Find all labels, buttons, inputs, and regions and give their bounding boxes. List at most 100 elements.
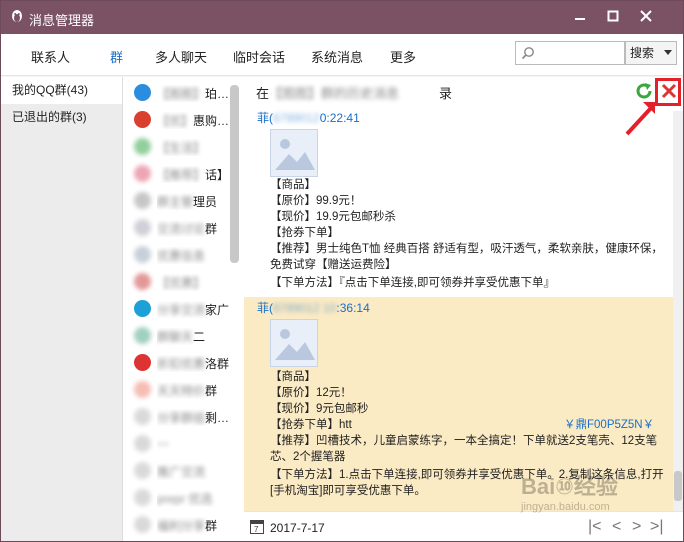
group-name: 【生活】 xyxy=(157,141,206,155)
sidebar-item-exited-groups[interactable]: 已退出的群(3) xyxy=(1,104,122,131)
tab-temp-session[interactable]: 临时会话 xyxy=(233,47,285,66)
title-bar: 消息管理器 xyxy=(1,1,683,34)
last-page-icon[interactable]: >| xyxy=(650,518,664,536)
tab-multi-chat[interactable]: 多人聊天 xyxy=(155,47,207,66)
message-line: 【推荐】男士纯色T恤 经典百搭 舒适有型，吸汗透气，柔软亲肤，健康环保，免费试穿… xyxy=(270,243,663,271)
list-item[interactable]: prepr 优选 xyxy=(123,484,242,510)
group-avatar xyxy=(134,273,151,290)
list-item[interactable]: 【优】惠购… xyxy=(123,106,242,132)
tab-system-messages[interactable]: 系统消息 xyxy=(311,47,363,66)
list-item[interactable]: 【图图】珀… xyxy=(123,79,242,105)
list-item[interactable]: 福利分享群 xyxy=(123,511,242,537)
group-avatar xyxy=(134,192,151,209)
group-name: 分享群组剩… xyxy=(157,411,230,425)
maximize-icon[interactable] xyxy=(604,8,622,26)
group-name: 福利分享群 xyxy=(157,519,218,533)
message-line: 【原价】99.9元！ xyxy=(270,195,362,207)
minimize-icon[interactable] xyxy=(571,8,589,26)
history-header: 在【图图】群的历史消息录 xyxy=(256,86,453,101)
group-name: 交流讨论群 xyxy=(157,222,218,236)
watermark: Bai⑩经验 jingyan.baidu.com xyxy=(521,474,618,513)
sidebar: 我的QQ群(43) 已退出的群(3) xyxy=(1,77,123,541)
annotation-arrow-icon xyxy=(625,102,655,136)
message-item: 菲(67890120:22:41 【商品】 【原价】99.9元！ 【现价】19.… xyxy=(244,107,676,297)
history-date[interactable]: 2017-7-17 xyxy=(270,521,325,535)
group-name: 【图图】珀… xyxy=(157,87,230,101)
group-name: 优惠信息 xyxy=(157,249,206,263)
group-name: 【优惠】 xyxy=(157,276,206,290)
calendar-icon[interactable]: 7 xyxy=(250,520,264,534)
group-avatar xyxy=(134,111,151,128)
image-placeholder-icon[interactable] xyxy=(270,319,318,367)
list-item[interactable]: — xyxy=(123,430,242,456)
message-manager-window: 消息管理器 联系人 群 多人聊天 临时会话 系统消息 更多 搜索 我的QQ群(4… xyxy=(0,0,684,542)
group-name: 推广交流 xyxy=(157,465,206,479)
message-line: 【抢券下单】 xyxy=(270,227,339,239)
group-avatar xyxy=(134,165,151,182)
list-item[interactable]: 交流讨论群 xyxy=(123,214,242,240)
group-avatar xyxy=(134,381,151,398)
group-name: 【优】惠购… xyxy=(157,114,230,128)
list-item[interactable]: 折扣优惠洛群 xyxy=(123,349,242,375)
group-avatar xyxy=(134,489,151,506)
group-name: 【推荐】话】… xyxy=(157,168,239,182)
group-list: 【图图】珀… 【优】惠购… 【生活】 【推荐】话】… 群主管理员 交流讨论群 优… xyxy=(123,77,244,541)
sidebar-item-my-groups[interactable]: 我的QQ群(43) xyxy=(1,77,122,104)
search-icon xyxy=(521,47,534,60)
history-footer: 7 2017-7-17 |< < > >| xyxy=(244,511,683,541)
first-page-icon[interactable]: |< xyxy=(588,518,602,536)
list-item[interactable]: 推广交流 xyxy=(123,457,242,483)
list-item[interactable]: 优惠信息 xyxy=(123,241,242,267)
list-item[interactable]: 分享群组剩… xyxy=(123,403,242,429)
message-scrollbar-thumb[interactable] xyxy=(674,471,682,501)
group-avatar xyxy=(134,327,151,344)
search-input[interactable] xyxy=(515,41,625,65)
previous-page-icon[interactable]: < xyxy=(612,518,621,536)
list-item[interactable]: 群聊天二 xyxy=(123,322,242,348)
list-item[interactable]: 【生活】 xyxy=(123,133,242,159)
message-line: 【推荐】凹槽技术，儿童启蒙练字，一本全搞定！下单就送2支笔壳、12支笔芯、2个握… xyxy=(270,435,658,463)
group-name: 群主管理员 xyxy=(157,195,218,209)
group-name: 天天特价群 xyxy=(157,384,218,398)
list-item[interactable]: 分享交流家广 xyxy=(123,295,242,321)
group-avatar xyxy=(134,300,151,317)
group-avatar xyxy=(134,84,151,101)
search-button[interactable]: 搜索 xyxy=(625,41,677,65)
group-name: 折扣优惠洛群 xyxy=(157,357,230,371)
image-placeholder-icon[interactable] xyxy=(270,129,318,177)
coupon-code: ￥鼎F00P5Z5N￥ xyxy=(564,419,655,431)
window-title: 消息管理器 xyxy=(29,13,95,28)
group-avatar xyxy=(134,516,151,533)
close-icon[interactable] xyxy=(637,8,655,26)
tab-contacts[interactable]: 联系人 xyxy=(31,47,70,66)
group-avatar xyxy=(134,462,151,479)
list-item[interactable]: 群主管理员 xyxy=(123,187,242,213)
tab-more[interactable]: 更多 xyxy=(390,47,416,66)
message-history: 在【图图】群的历史消息录 菲(67890120:22:41 【商品】 【原价】9… xyxy=(244,77,683,511)
group-name: 分享交流家广 xyxy=(157,303,230,317)
message-line: 【现价】9元包邮秒 xyxy=(270,403,369,415)
search-button-label: 搜索 xyxy=(630,46,655,60)
message-scrollbar[interactable] xyxy=(673,111,683,511)
group-avatar xyxy=(134,408,151,425)
category-tabs: 联系人 群 多人聊天 临时会话 系统消息 更多 搜索 xyxy=(1,34,683,76)
next-page-icon[interactable]: > xyxy=(632,518,641,536)
group-avatar xyxy=(134,219,151,236)
list-item[interactable]: 【推荐】话】… xyxy=(123,160,242,186)
group-name: 群聊天二 xyxy=(157,330,206,344)
list-item[interactable]: 【优惠】 xyxy=(123,268,242,294)
group-avatar xyxy=(134,435,151,452)
chevron-down-icon xyxy=(664,50,672,55)
group-list-scrollbar[interactable] xyxy=(230,85,239,263)
message-line: 【现价】19.9元包邮秒杀 xyxy=(270,211,396,223)
group-avatar xyxy=(134,246,151,263)
list-item[interactable]: 天天特价群 xyxy=(123,376,242,402)
message-sender: 菲(67890120:22:41 xyxy=(257,111,360,125)
message-line: 【抢券下单】htt xyxy=(270,419,352,431)
group-name: — xyxy=(157,436,169,450)
message-line: 【商品】 xyxy=(270,179,316,191)
message-line: 【下单方法】『点击下单连接,即可领券并享受优惠下单』 xyxy=(270,277,555,289)
message-line: 【商品】 xyxy=(270,371,316,383)
tab-groups[interactable]: 群 xyxy=(110,47,123,66)
qq-penguin-icon xyxy=(12,10,22,22)
